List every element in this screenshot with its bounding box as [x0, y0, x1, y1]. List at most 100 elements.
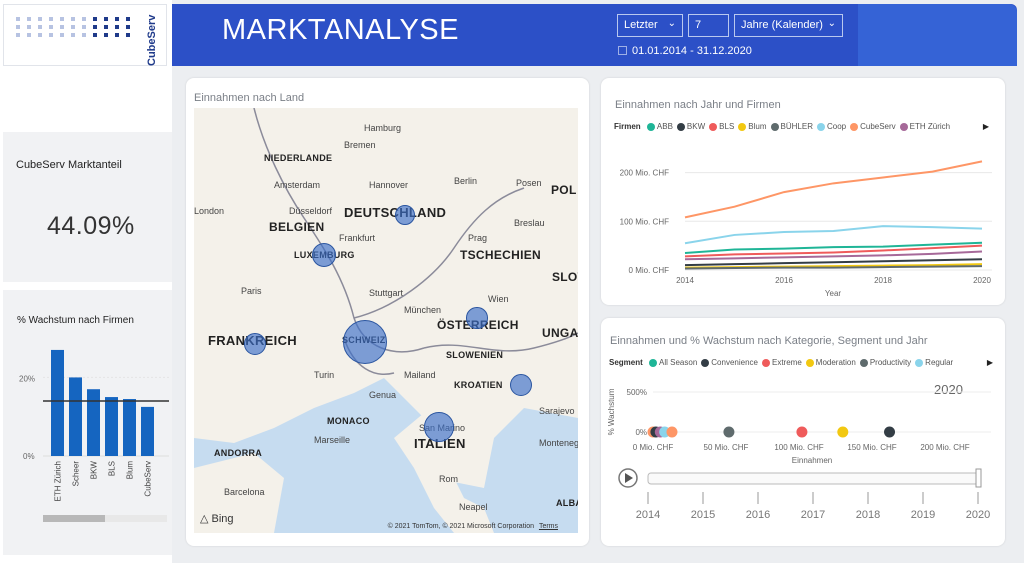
- city-label: Marseille: [314, 435, 351, 445]
- kpi-card: CubeServ Marktanteil 44.09%: [3, 132, 172, 282]
- logo-dot: [104, 25, 108, 29]
- category-label: CubeServ: [144, 461, 153, 497]
- logo-dot: [71, 33, 75, 37]
- city-label: Sarajevo: [539, 406, 575, 416]
- logo-dot: [38, 33, 42, 37]
- bar: [141, 406, 154, 456]
- revenue-bubble[interactable]: [424, 412, 454, 442]
- city-label: Barcelona: [224, 487, 265, 497]
- ytick-label: 0%: [23, 452, 35, 461]
- logo-dot: [126, 33, 130, 37]
- country-label: TSCHECHIEN: [460, 248, 542, 262]
- logo-dot: [82, 33, 86, 37]
- bar: [123, 399, 136, 456]
- ytick-label: 0%: [635, 428, 647, 437]
- xtick-label: 0 Mio. CHF: [633, 443, 674, 452]
- scatter-point: [723, 426, 735, 438]
- logo-dot: [60, 17, 64, 21]
- timeline-year: 2014: [636, 509, 660, 521]
- logo-dot: [115, 17, 119, 21]
- logo-dot: [126, 17, 130, 21]
- country-label: NIEDERLANDE: [264, 153, 333, 163]
- timeline-year: 2016: [746, 509, 770, 521]
- logo-dot: [104, 33, 108, 37]
- country-label: UNGA: [542, 326, 578, 340]
- category-label: Blum: [126, 461, 135, 480]
- city-label: Bremen: [344, 140, 376, 150]
- growth-bar-chart: 20% 0% ETH Zürich Scheer BKW BLS Blum CubeServ: [19, 349, 169, 522]
- revenue-bubble[interactable]: [343, 320, 387, 364]
- logo-dot: [60, 33, 64, 37]
- city-label: Mailand: [404, 370, 436, 380]
- kpi-value: 44.09%: [47, 212, 135, 240]
- logo-dot: [16, 25, 20, 29]
- city-label: Wien: [488, 294, 509, 304]
- bar: [87, 389, 100, 456]
- country-label: BELGIEN: [269, 220, 325, 234]
- city-label: Genua: [369, 390, 397, 400]
- timeline-year: 2019: [911, 509, 935, 521]
- revenue-bubble[interactable]: [466, 307, 488, 329]
- header-bar-accent: [858, 4, 1017, 66]
- logo-dot: [71, 17, 75, 21]
- ytick-label: 0 Mio. CHF: [629, 266, 670, 275]
- logo-dot: [38, 17, 42, 21]
- bing-icon: △: [200, 513, 209, 525]
- timeline-track[interactable]: [647, 472, 979, 485]
- logo-dot: [104, 17, 108, 21]
- ytick-label: 100 Mio. CHF: [620, 217, 669, 226]
- x-axis-label: Year: [825, 289, 842, 298]
- map[interactable]: NIEDERLANDEDEUTSCHLANDBELGIENTSCHECHIENP…: [194, 108, 578, 533]
- logo-text: CubeServ: [146, 14, 158, 66]
- timeline-year: 2017: [801, 509, 825, 521]
- bar: [105, 397, 118, 456]
- city-label: Neapel: [459, 502, 488, 512]
- logo-dot: [115, 33, 119, 37]
- category-label: BLS: [108, 461, 117, 476]
- city-label: Amsterdam: [274, 180, 321, 190]
- ytick-label: 500%: [627, 388, 647, 397]
- filter-mode-dropdown[interactable]: Letzter ⌄: [617, 14, 683, 37]
- bar: [51, 349, 64, 456]
- map-land: [194, 108, 578, 533]
- city-label: Düsseldorf: [289, 206, 333, 216]
- logo: CubeServ: [3, 4, 167, 66]
- city-label: Hamburg: [364, 123, 402, 133]
- country-label: MONACO: [327, 416, 370, 426]
- map-title: Einnahmen nach Land: [194, 92, 305, 104]
- revenue-bubble[interactable]: [395, 205, 415, 225]
- logo-dot: [38, 25, 42, 29]
- logo-dot: [16, 17, 20, 21]
- country-label: ANDORRA: [214, 448, 263, 458]
- filter-count-input[interactable]: 7: [688, 14, 729, 37]
- logo-dot: [71, 25, 75, 29]
- scrollbar-thumb: [43, 515, 105, 522]
- chevron-down-icon: ⌄: [827, 18, 836, 29]
- city-label: Berlin: [454, 176, 478, 186]
- bing-logo: △ Bing: [200, 512, 234, 525]
- line-chart: 0 Mio. CHF 100 Mio. CHF 200 Mio. CHF 2014 20…: [620, 160, 992, 298]
- date-range-label: 01.01.2014 - 31.12.2020: [632, 45, 752, 57]
- logo-dot: [82, 17, 86, 21]
- filter-mode-value: Letzter: [624, 19, 658, 31]
- country-label: SLOWENIEN: [446, 350, 504, 360]
- logo-dot: [93, 25, 97, 29]
- xtick-label: 2016: [775, 276, 793, 285]
- page-title: MARKTANALYSE: [222, 14, 459, 46]
- xtick-label: 150 Mio. CHF: [847, 443, 896, 452]
- growth-chart-card: % Wachstum nach Firmen 20% 0% ETH Zürich Sc…: [3, 290, 172, 555]
- xtick-label: 50 Mio. CHF: [704, 443, 749, 452]
- terms-link[interactable]: Terms: [539, 523, 558, 530]
- kpi-label: CubeServ Marktanteil: [16, 159, 122, 171]
- filter-unit-value: Jahre (Kalender): [741, 19, 823, 31]
- attribution-text: © 2021 TomTom, © 2021 Microsoft Corporat…: [387, 523, 534, 530]
- chevron-down-icon: ⌄: [667, 18, 676, 29]
- revenue-bubble[interactable]: [311, 242, 337, 268]
- revenue-bubble[interactable]: [243, 332, 267, 356]
- filter-unit-dropdown[interactable]: Jahre (Kalender) ⌄: [734, 14, 843, 37]
- city-label: London: [194, 206, 225, 216]
- scatter-chart-card: Einnahmen und % Wachstum nach Kategorie,…: [601, 318, 1005, 546]
- logo-dot: [93, 33, 97, 37]
- map-attribution: © 2021 TomTom, © 2021 Microsoft Corporat…: [388, 523, 558, 530]
- bing-label: Bing: [211, 513, 234, 525]
